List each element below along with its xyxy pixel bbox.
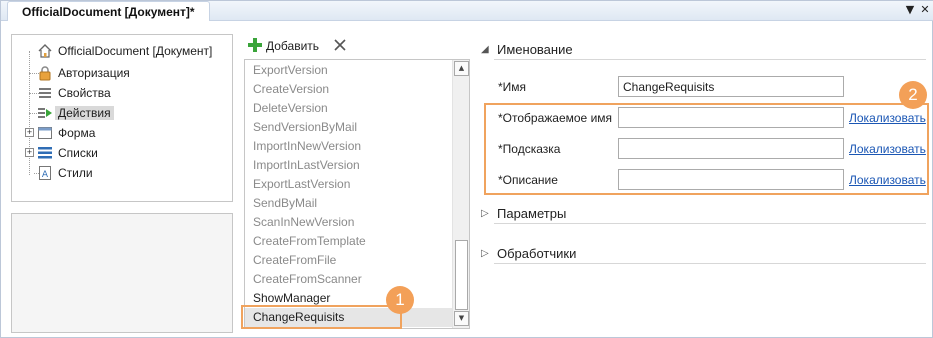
structure-tree: OfficialDocument [Документ] Авторизация … [11, 34, 233, 202]
section-handlers[interactable]: ▷ Обработчики [481, 243, 576, 263]
callout-badge-2: 2 [899, 81, 927, 109]
section-naming[interactable]: ◢ Именование [481, 39, 573, 59]
name-label: *Имя [498, 80, 527, 94]
title-bar: OfficialDocument [Документ]* ▼ ✕ [1, 1, 933, 21]
bottom-empty-panel [11, 213, 233, 333]
delete-x-icon [333, 38, 347, 55]
add-button-label: Добавить [266, 39, 320, 53]
tree-item-label: Свойства [58, 86, 111, 100]
house-icon [37, 43, 53, 59]
list-item[interactable]: ScanInNewVersion [253, 213, 354, 232]
list-item[interactable]: ExportLastVersion [253, 175, 350, 194]
delete-button[interactable] [333, 38, 347, 55]
svg-text:A: A [42, 170, 49, 180]
list-item[interactable]: CreateFromFile [253, 251, 336, 270]
expand-form-toggle[interactable]: + [25, 128, 34, 137]
highlight-box-2 [484, 103, 929, 195]
section-divider [494, 59, 926, 60]
form-icon [37, 125, 53, 141]
tree-item-lists[interactable]: Списки [37, 144, 101, 162]
list-item[interactable]: SendVersionByMail [253, 118, 357, 137]
chevron-down-icon[interactable]: ▼ [903, 3, 917, 17]
tree-item-label: Стили [58, 166, 93, 180]
tree-item-label: Форма [58, 126, 96, 140]
section-divider [494, 263, 926, 264]
tree-item-label: Авторизация [58, 66, 130, 80]
name-field[interactable] [618, 76, 844, 97]
actions-list-icon [37, 105, 53, 121]
list-item[interactable]: CreateVersion [253, 80, 329, 99]
plus-icon [248, 37, 262, 55]
list-item[interactable]: ImportInNewVersion [253, 137, 361, 156]
tree-item-label: OfficialDocument [Документ] [58, 44, 213, 58]
section-divider [494, 223, 926, 224]
styles-icon: A [37, 165, 53, 181]
tree-item-label: Действия [55, 106, 114, 120]
list-item[interactable]: CreateFromTemplate [253, 232, 366, 251]
list-item[interactable]: SendByMail [253, 194, 317, 213]
document-tab[interactable]: OfficialDocument [Документ]* [7, 1, 210, 21]
tree-item-root[interactable]: OfficialDocument [Документ] [37, 42, 215, 60]
tree-item-properties[interactable]: Свойства [37, 84, 114, 102]
callout-badge-1: 1 [386, 286, 414, 314]
tree-item-label: Списки [58, 146, 98, 160]
expand-triangle-icon: ▷ [481, 247, 489, 259]
scroll-up-arrow-icon[interactable]: ▲ [454, 61, 469, 76]
collapse-triangle-icon: ◢ [481, 43, 489, 55]
section-parameters[interactable]: ▷ Параметры [481, 203, 566, 223]
add-button[interactable]: Добавить [248, 37, 320, 55]
tree-item-form[interactable]: Форма [37, 124, 98, 142]
section-naming-title: Именование [497, 41, 573, 57]
list-item[interactable]: ExportVersion [253, 61, 328, 80]
scroll-down-arrow-icon[interactable]: ▼ [454, 311, 469, 326]
designer-window: OfficialDocument [Документ]* ▼ ✕ Officia… [0, 0, 933, 338]
actions-toolbar: Добавить [248, 36, 347, 56]
expand-triangle-icon: ▷ [481, 207, 489, 219]
tree-item-styles[interactable]: A Стили [37, 164, 96, 182]
section-handlers-title: Обработчики [497, 245, 577, 261]
list-item[interactable]: DeleteVersion [253, 99, 328, 118]
scroll-thumb[interactable] [455, 240, 468, 310]
tree-item-actions[interactable]: Действия [37, 104, 114, 122]
actions-list[interactable]: ExportVersion CreateVersion DeleteVersio… [244, 59, 470, 329]
properties-list-icon [37, 85, 53, 101]
highlight-box-1 [241, 305, 402, 329]
lock-icon [37, 65, 53, 81]
close-icon[interactable]: ✕ [918, 3, 932, 17]
expand-lists-toggle[interactable]: + [25, 148, 34, 157]
list-item[interactable]: CreateFromScanner [253, 270, 362, 289]
section-parameters-title: Параметры [497, 205, 567, 221]
tree-item-authorization[interactable]: Авторизация [37, 64, 133, 82]
lists-icon [37, 145, 53, 161]
list-scrollbar[interactable]: ▲ ▼ [452, 60, 469, 328]
list-item[interactable]: ImportInLastVersion [253, 156, 360, 175]
